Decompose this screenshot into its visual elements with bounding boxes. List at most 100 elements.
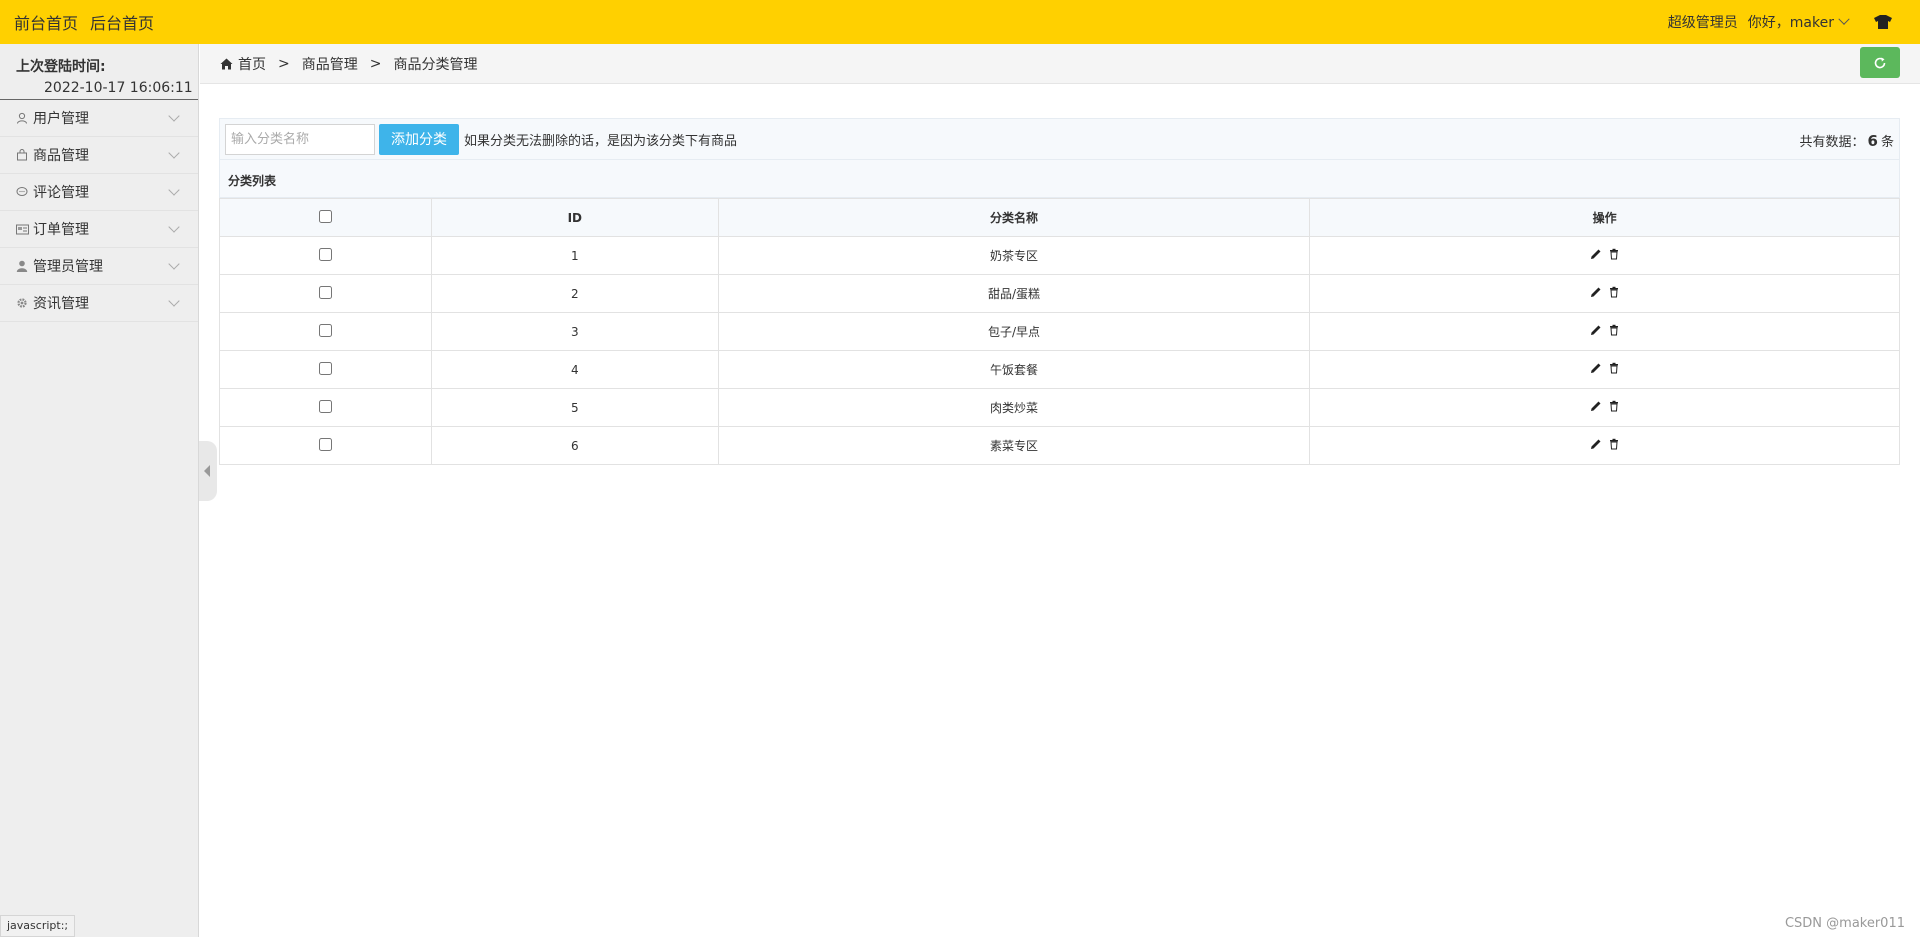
admin-icon — [15, 259, 29, 273]
edit-icon[interactable] — [1590, 324, 1602, 336]
delete-icon[interactable] — [1608, 248, 1620, 260]
row-name: 甜品/蛋糕 — [717, 274, 1311, 313]
chevron-down-icon — [168, 184, 180, 196]
back-home-link[interactable]: 后台首页 — [90, 10, 154, 34]
chevron-down-icon — [168, 221, 180, 233]
row-id: 2 — [430, 274, 719, 313]
breadcrumb-product-management[interactable]: 商品管理 — [302, 54, 358, 74]
row-ops — [1309, 350, 1900, 389]
sidebar-item-products[interactable]: 商品管理 — [0, 137, 198, 174]
sidebar-item-news[interactable]: 资讯管理 — [0, 285, 198, 322]
row-name: 午饭套餐 — [717, 350, 1311, 389]
top-bar: 前台首页 后台首页 超级管理员 你好，maker — [0, 0, 1920, 44]
row-select-cell — [219, 350, 432, 389]
select-all-checkbox[interactable] — [318, 209, 332, 223]
front-home-link[interactable]: 前台首页 — [14, 10, 78, 34]
table-row: 1 奶茶专区 — [219, 236, 1900, 275]
chevron-down-icon — [1838, 13, 1850, 25]
row-name: 奶茶专区 — [717, 236, 1311, 275]
add-category-button[interactable]: 添加分类 — [379, 123, 459, 155]
user-area: 超级管理员 你好，maker — [1668, 12, 1920, 32]
table-title: 分类列表 — [219, 160, 1900, 198]
status-tip: javascript:; — [0, 915, 76, 937]
row-checkbox[interactable] — [318, 437, 332, 451]
row-select-cell — [219, 388, 432, 427]
category-name-input[interactable] — [225, 123, 375, 155]
total-number: 6 — [1867, 132, 1878, 150]
top-nav: 前台首页 后台首页 — [0, 10, 166, 34]
row-select-cell — [219, 236, 432, 275]
row-checkbox[interactable] — [318, 361, 332, 375]
sidebar-item-comments[interactable]: 评论管理 — [0, 174, 198, 211]
home-icon — [220, 58, 233, 69]
row-select-cell — [219, 274, 432, 313]
delete-icon[interactable] — [1608, 324, 1620, 336]
row-checkbox[interactable] — [318, 247, 332, 261]
sidebar-item-label: 用户管理 — [33, 111, 89, 127]
edit-icon[interactable] — [1590, 438, 1602, 450]
sidebar: 上次登陆时间: 2022-10-17 16:06:11 用户管理 商品管理 评论… — [0, 44, 199, 937]
sidebar-item-label: 评论管理 — [33, 185, 89, 201]
chevron-down-icon — [168, 147, 180, 159]
edit-icon[interactable] — [1590, 286, 1602, 298]
row-ops — [1309, 274, 1900, 313]
tshirt-icon[interactable] — [1874, 15, 1892, 29]
row-checkbox[interactable] — [318, 285, 332, 299]
row-id: 3 — [430, 312, 719, 351]
row-checkbox[interactable] — [318, 323, 332, 337]
order-icon — [15, 222, 29, 236]
table-header-row: ID 分类名称 操作 — [219, 198, 1900, 237]
row-name: 包子/早点 — [717, 312, 1311, 351]
table-row: 4 午饭套餐 — [219, 350, 1900, 389]
last-login-box: 上次登陆时间: 2022-10-17 16:06:11 — [0, 44, 198, 100]
refresh-icon — [1874, 57, 1886, 68]
category-table: ID 分类名称 操作 1 奶茶专区 2 甜品/蛋糕 3 包子/早点 4 午饭套餐… — [219, 198, 1900, 465]
sidebar-item-admins[interactable]: 管理员管理 — [0, 248, 198, 285]
table-row: 2 甜品/蛋糕 — [219, 274, 1900, 313]
row-ops — [1309, 312, 1900, 351]
row-select-cell — [219, 312, 432, 351]
sidebar-item-label: 商品管理 — [33, 148, 89, 164]
delete-icon[interactable] — [1608, 362, 1620, 374]
row-ops — [1309, 426, 1900, 465]
chevron-down-icon — [168, 110, 180, 122]
total-count: 共有数据： 6 条 — [1800, 131, 1894, 150]
breadcrumb-separator: > — [369, 55, 382, 72]
sidebar-item-orders[interactable]: 订单管理 — [0, 211, 198, 248]
chevron-down-icon — [168, 258, 180, 270]
edit-icon[interactable] — [1590, 362, 1602, 374]
user-menu[interactable]: 你好，maker — [1748, 12, 1850, 32]
chevron-down-icon — [168, 295, 180, 307]
table-row: 6 素菜专区 — [219, 426, 1900, 465]
sidebar-collapse-handle[interactable] — [199, 441, 217, 501]
total-prefix: 共有数据： — [1799, 135, 1865, 150]
breadcrumb: 首页 > 商品管理 > 商品分类管理 — [200, 44, 1920, 84]
delete-hint-text: 如果分类无法删除的话，是因为该分类下有商品 — [464, 133, 738, 149]
sidebar-item-users[interactable]: 用户管理 — [0, 100, 198, 137]
gear-icon — [15, 296, 29, 310]
bag-icon — [15, 148, 29, 162]
row-name: 肉类炒菜 — [717, 388, 1311, 427]
edit-icon[interactable] — [1590, 248, 1602, 260]
row-id: 1 — [430, 236, 719, 275]
last-login-label: 上次登陆时间: — [16, 59, 106, 75]
sidebar-item-label: 资讯管理 — [33, 296, 89, 312]
category-toolbar: 添加分类 如果分类无法删除的话，是因为该分类下有商品 共有数据：6条 — [219, 118, 1900, 160]
column-header-ops: 操作 — [1309, 198, 1900, 237]
delete-icon[interactable] — [1608, 438, 1620, 450]
table-row: 3 包子/早点 — [219, 312, 1900, 351]
breadcrumb-home[interactable]: 首页 — [238, 54, 266, 74]
refresh-button[interactable] — [1860, 47, 1900, 78]
row-id: 6 — [430, 426, 719, 465]
delete-icon[interactable] — [1608, 400, 1620, 412]
row-id: 4 — [430, 350, 719, 389]
breadcrumb-separator: > — [278, 55, 290, 72]
row-name: 素菜专区 — [717, 426, 1311, 465]
total-suffix: 条 — [1880, 135, 1894, 150]
sidebar-item-label: 管理员管理 — [33, 259, 103, 275]
row-checkbox[interactable] — [318, 399, 332, 413]
edit-icon[interactable] — [1590, 400, 1602, 412]
column-header-id: ID — [430, 198, 719, 237]
breadcrumb-category-management: 商品分类管理 — [393, 56, 478, 73]
delete-icon[interactable] — [1608, 286, 1620, 298]
